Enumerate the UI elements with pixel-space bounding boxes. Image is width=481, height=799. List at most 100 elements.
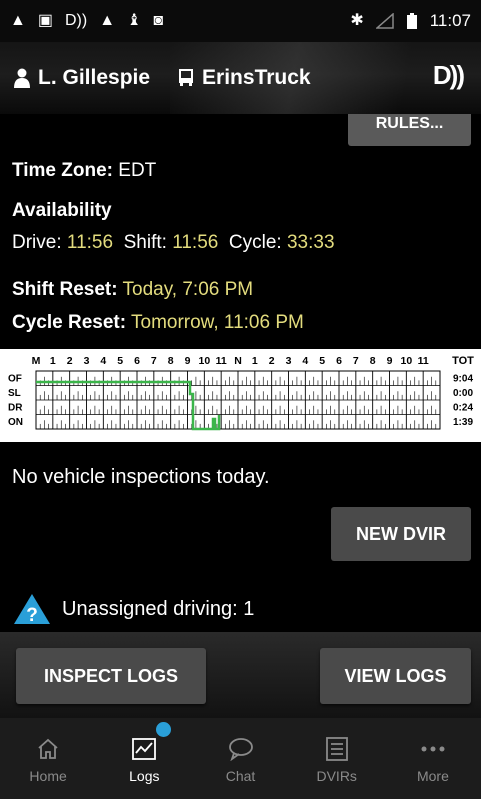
truck-selector[interactable]: ErinsTruck (178, 66, 311, 90)
cycle-reset-row: Cycle Reset: Tomorrow, 11:06 PM (12, 312, 304, 334)
duty-status-line (36, 380, 221, 431)
nav-chat[interactable]: Chat (192, 718, 288, 799)
status-time: 11:07 (429, 11, 471, 30)
unassigned-driving[interactable]: ? Unassigned driving: 1 (12, 592, 254, 626)
shift-reset-label: Shift Reset: (12, 279, 118, 300)
cycle-reset-value: Tomorrow, 11:06 PM (131, 312, 304, 333)
nav-logs-label: Logs (129, 767, 160, 784)
nav-dvirs[interactable]: DVIRs (289, 718, 385, 799)
hour-label: 7 (151, 355, 157, 367)
hour-label: 9 (185, 355, 191, 367)
status-bar: ▲ ▣ D)) ▲ ♝ ◙ ✱ 11:07 (0, 0, 481, 42)
cycle-reset-label: Cycle Reset: (12, 312, 127, 333)
nav-home-label: Home (29, 767, 67, 784)
total-header: TOT (452, 355, 474, 367)
view-logs-button[interactable]: VIEW LOGS (320, 648, 471, 704)
time-zone-label: Time Zone: (12, 160, 113, 181)
bluetooth-icon: ✱ (350, 12, 364, 29)
inspections-message: No vehicle inspections today. (12, 466, 270, 488)
hour-label: 10 (400, 355, 412, 367)
app-bar: L. Gillespie ErinsTruck D)) (0, 42, 481, 114)
nav-chat-label: Chat (225, 767, 256, 784)
nav-more-label: More (416, 767, 449, 784)
eld-signal-icon: D)) (64, 12, 88, 29)
rules-button-label: RULES... (375, 115, 444, 132)
status-bar-right: ✱ 11:07 (350, 11, 471, 31)
nav-more[interactable]: More (385, 718, 481, 799)
android-icon: ◙ (153, 12, 164, 29)
home-icon (38, 738, 58, 759)
nav-home[interactable]: Home (0, 718, 96, 799)
row-label: ON (8, 417, 23, 428)
hour-label: 6 (336, 355, 342, 367)
hour-label: 9 (387, 355, 393, 367)
shift-value: 11:56 (172, 232, 219, 253)
hour-label: 5 (319, 355, 325, 367)
time-zone-row: Time Zone: EDT (12, 160, 156, 182)
hour-label: 10 (198, 355, 210, 367)
battery-icon (406, 13, 417, 29)
hour-label: 6 (134, 355, 140, 367)
hour-labels: M 1 2 3 4 5 6 7 8 9 10 11 N 1 2 3 4 5 6 7 8 9 10 11 (32, 355, 429, 367)
row-totals: 9:04 0:00 0:24 1:39 (453, 373, 473, 428)
list-icon (325, 736, 348, 761)
hour-label: 3 (286, 355, 292, 367)
log-actions-bar: INSPECT LOGS VIEW LOGS (0, 632, 481, 718)
truck-name: ErinsTruck (202, 66, 311, 89)
cycle-value: 33:33 (286, 232, 335, 253)
new-dvir-button-label: NEW DVIR (356, 524, 446, 544)
hos-log-graph[interactable]: M 1 2 3 4 5 6 7 8 9 10 11 N 1 2 3 4 5 6 7 8 9 10 11 TOT OF SL DR O… (0, 349, 481, 442)
hour-label: 1 (252, 355, 258, 367)
svg-text:?: ? (26, 605, 38, 626)
inspect-logs-button[interactable]: INSPECT LOGS (16, 648, 206, 704)
row-total: 0:00 (453, 388, 473, 399)
hour-label: 3 (84, 355, 90, 367)
drive-label: Drive: (12, 232, 62, 253)
hour-label: 1 (50, 355, 56, 367)
hour-label: 11 (418, 355, 429, 367)
log-graph-svg: M 1 2 3 4 5 6 7 8 9 10 11 N 1 2 3 4 5 6 7 8 9 10 11 TOT OFSLDRO… (8, 355, 474, 431)
hour-label: 11 (216, 355, 227, 367)
hour-label: 2 (269, 355, 275, 367)
driver-name: L. Gillespie (38, 66, 151, 89)
hour-label: 8 (168, 355, 174, 367)
hour-label: 4 (100, 355, 106, 367)
nav-dvirs-label: DVIRs (316, 767, 357, 784)
cycle-label: Cycle: (228, 232, 282, 253)
view-logs-button-label: VIEW LOGS (344, 666, 447, 686)
hour-label: 5 (117, 355, 123, 367)
status-bar-left: ▲ ▣ D)) ▲ ♝ ◙ (10, 13, 163, 29)
time-zone-value: EDT (118, 160, 157, 181)
driver-selector[interactable]: L. Gillespie (14, 66, 150, 90)
shift-reset-row: Shift Reset: Today, 7:06 PM (12, 279, 253, 301)
warning-question-icon: ? (14, 594, 50, 626)
inspect-logs-button-label: INSPECT LOGS (43, 666, 178, 686)
hour-label: 2 (67, 355, 73, 367)
row-total: 9:04 (453, 373, 473, 384)
hour-label: M (32, 355, 41, 367)
signal-icon (375, 13, 394, 29)
row-label: DR (8, 402, 23, 413)
row-labels: OF SL DR ON (8, 373, 23, 428)
new-dvir-button[interactable]: NEW DVIR (331, 507, 471, 561)
usb-icon: ♝ (127, 12, 142, 29)
hour-label: 8 (370, 355, 376, 367)
alert-icon: ▲ (10, 12, 26, 29)
nav-logs[interactable]: Logs (96, 718, 192, 799)
shift-reset-value: Today, 7:06 PM (122, 279, 254, 300)
logs-graph-icon (132, 737, 157, 760)
row-label: SL (8, 388, 21, 399)
hour-label: N (234, 355, 242, 367)
rules-button[interactable]: RULES... (348, 114, 471, 146)
hour-label: 7 (353, 355, 359, 367)
shift-label: Shift: (123, 232, 167, 253)
log-grid (35, 370, 441, 430)
unassigned-driving-text: Unassigned driving: 1 (62, 597, 255, 620)
person-icon (14, 68, 30, 88)
availability-title: Availability (12, 200, 112, 221)
bottom-nav: Home Logs Chat DVIRs More (0, 718, 481, 799)
eld-connection-icon[interactable]: D)) (433, 60, 465, 91)
more-dots-icon (421, 746, 445, 751)
chat-icon (228, 737, 253, 761)
image-icon: ▣ (37, 12, 53, 29)
